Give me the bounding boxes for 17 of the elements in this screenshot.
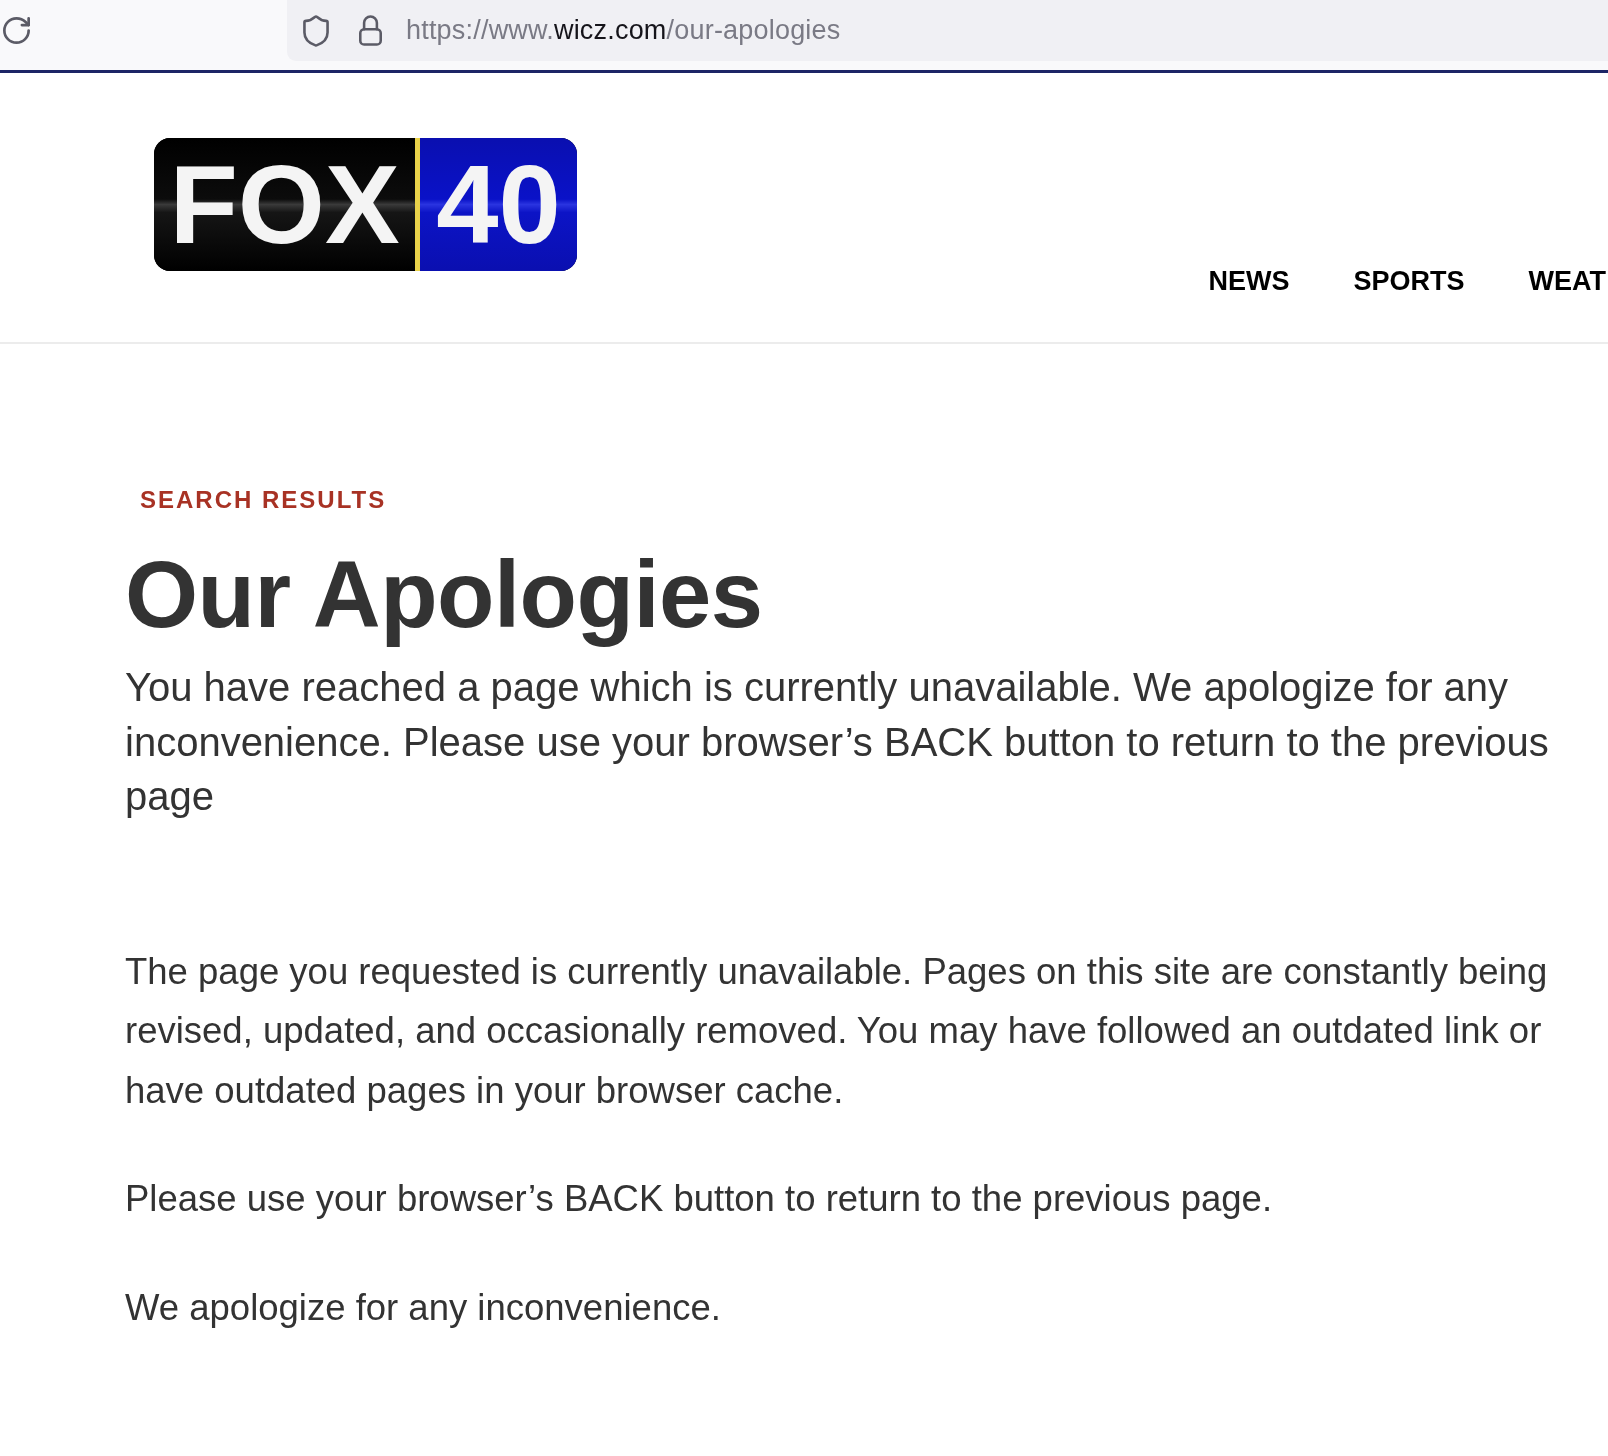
address-bar[interactable]: https://www.wicz.com/our-apologies <box>287 0 1608 61</box>
section-label: SEARCH RESULTS <box>140 485 387 515</box>
nav-link[interactable]: SPORTS <box>1353 264 1465 298</box>
logo-wordmark: FOX <box>154 138 415 271</box>
body-paragraph: The page you requested is currently unavailable. Pages on this site are constantly being revised, updated, and occasionally removed. You may have followed an outdated link or have outdated pages in your browser cache. <box>125 949 1549 1113</box>
nav-link[interactable]: WEAT <box>1528 264 1606 298</box>
station-logo[interactable]: FOX 40 <box>154 138 577 271</box>
page-title: Our Apologies <box>125 543 763 647</box>
lock-icon[interactable] <box>359 15 382 46</box>
body-paragraph: Please use your browser’s BACK button to return to the previous page. <box>125 1177 1274 1221</box>
logo-channel-number: 40 <box>420 138 577 271</box>
body-paragraph: We apologize for any inconvenience. <box>125 1285 722 1330</box>
url-text: https://www.wicz.com/our-apologies <box>406 15 841 46</box>
shield-icon[interactable] <box>303 14 329 47</box>
nav-link[interactable]: NEWS <box>1208 264 1290 298</box>
lead-paragraph: You have reached a page which is currently unavailable. We apologize for any inconvenience. Please use your browser’s BACK button to return to the previous page <box>125 664 1550 820</box>
reload-icon[interactable] <box>3 17 30 44</box>
